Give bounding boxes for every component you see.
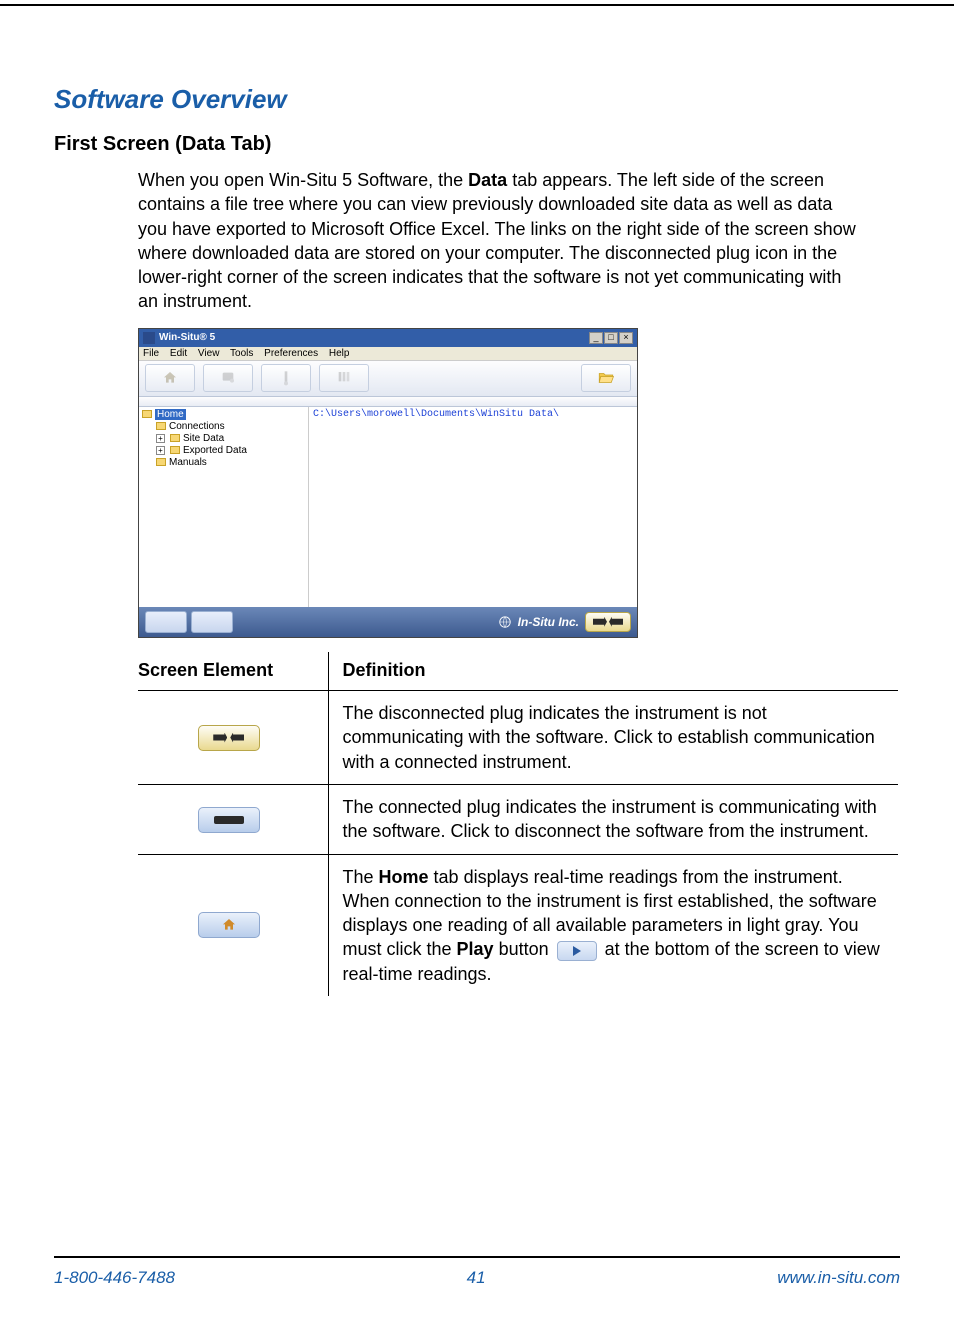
- footer-phone: 1-800-446-7488: [54, 1268, 175, 1288]
- def-bold-1: Home: [379, 867, 429, 887]
- def-pre: The: [343, 867, 379, 887]
- app-screenshot: Win-Situ® 5 _ □ × File Edit View Tools P…: [138, 328, 638, 638]
- plug-left-icon: [593, 617, 607, 627]
- tree-label: Site Data: [183, 433, 224, 444]
- footer-url: www.in-situ.com: [777, 1268, 900, 1288]
- menu-tools[interactable]: Tools: [230, 348, 253, 359]
- connected-plug-icon: [198, 807, 260, 833]
- tool-2-button[interactable]: [203, 364, 253, 392]
- plug-right-icon: [609, 617, 623, 627]
- minimize-button[interactable]: _: [589, 332, 603, 344]
- menu-view[interactable]: View: [198, 348, 220, 359]
- brand-area: In-Situ Inc.: [498, 612, 631, 632]
- tree-label: Manuals: [169, 457, 207, 468]
- open-folder-button[interactable]: [581, 364, 631, 392]
- status-btn-2[interactable]: [191, 611, 233, 633]
- brand-label: In-Situ Inc.: [518, 615, 579, 629]
- home-icon: [220, 917, 238, 933]
- window-title: Win-Situ® 5: [159, 332, 589, 343]
- device-icon: [219, 370, 237, 386]
- folder-open-icon: [596, 369, 616, 387]
- intro-post: tab appears. The left side of the screen…: [138, 170, 856, 311]
- tool-3-button[interactable]: [261, 364, 311, 392]
- page-footer: 1-800-446-7488 41 www.in-situ.com: [54, 1256, 900, 1318]
- sub-toolbar: [139, 397, 637, 407]
- col-header-definition: Definition: [328, 652, 898, 691]
- section-heading: First Screen (Data Tab): [54, 133, 900, 156]
- footer-page-number: 41: [467, 1268, 486, 1288]
- plug-right-icon: [230, 733, 244, 743]
- maximize-button[interactable]: □: [604, 332, 618, 344]
- tree-label: Connections: [169, 421, 225, 432]
- tree-item-exported-data[interactable]: + Exported Data: [156, 445, 305, 457]
- folder-icon: [156, 458, 166, 466]
- intro-pre: When you open Win-Situ 5 Software, the: [138, 170, 468, 190]
- tree-root[interactable]: Home: [142, 409, 305, 421]
- intro-paragraph: When you open Win-Situ 5 Software, the D…: [138, 168, 858, 314]
- folder-icon: [142, 410, 152, 418]
- home-tab-icon: [198, 912, 260, 938]
- tree-label: Exported Data: [183, 445, 247, 456]
- tree-item-manuals[interactable]: Manuals: [156, 457, 305, 469]
- menu-help[interactable]: Help: [329, 348, 350, 359]
- tree-item-connections[interactable]: Connections: [156, 421, 305, 433]
- menu-file[interactable]: File: [143, 348, 159, 359]
- definition-text: The disconnected plug indicates the inst…: [328, 691, 898, 785]
- toolbar: [139, 361, 637, 397]
- home-tab-button[interactable]: [145, 364, 195, 392]
- table-row: The disconnected plug indicates the inst…: [138, 691, 898, 785]
- expand-icon[interactable]: +: [156, 434, 165, 443]
- table-row: The connected plug indicates the instrum…: [138, 784, 898, 854]
- folder-icon: [170, 434, 180, 442]
- folder-icon: [156, 422, 166, 430]
- home-icon: [161, 370, 179, 386]
- data-path-link[interactable]: C:\Users\morowell\Documents\WinSitu Data…: [309, 407, 637, 607]
- menu-preferences[interactable]: Preferences: [264, 348, 318, 359]
- definitions-table: Screen Element Definition The disconnect…: [138, 652, 898, 996]
- titlebar: Win-Situ® 5 _ □ ×: [139, 329, 637, 347]
- tree-root-label: Home: [155, 409, 186, 420]
- definition-text: The Home tab displays real-time readings…: [328, 854, 898, 996]
- expand-icon[interactable]: +: [156, 446, 165, 455]
- file-tree: Home Connections + Site Data + Exported Da…: [139, 407, 309, 607]
- tool-4-button[interactable]: [319, 364, 369, 392]
- probe-icon: [277, 370, 295, 386]
- main-pane: Home Connections + Site Data + Exported Da…: [139, 407, 637, 607]
- menubar: File Edit View Tools Preferences Help: [139, 347, 637, 361]
- globe-icon: [498, 615, 512, 629]
- connection-status-button[interactable]: [585, 612, 631, 632]
- status-btn-1[interactable]: [145, 611, 187, 633]
- instruments-icon: [334, 370, 354, 386]
- plug-left-icon: [213, 733, 227, 743]
- col-header-element: Screen Element: [138, 652, 328, 691]
- intro-bold: Data: [468, 170, 507, 190]
- app-icon: [143, 332, 155, 344]
- close-button[interactable]: ×: [619, 332, 633, 344]
- play-button-inline-icon: [557, 941, 597, 961]
- def-bold-2: Play: [457, 939, 494, 959]
- def-mid2: button: [494, 939, 554, 959]
- menu-edit[interactable]: Edit: [170, 348, 187, 359]
- folder-icon: [170, 446, 180, 454]
- tree-item-site-data[interactable]: + Site Data: [156, 433, 305, 445]
- disconnected-plug-icon: [198, 725, 260, 751]
- play-triangle-icon: [573, 946, 581, 956]
- definition-text: The connected plug indicates the instrum…: [328, 784, 898, 854]
- statusbar: In-Situ Inc.: [139, 607, 637, 637]
- page-title: Software Overview: [54, 84, 900, 115]
- table-row: The Home tab displays real-time readings…: [138, 854, 898, 996]
- plug-joined-icon: [214, 816, 244, 824]
